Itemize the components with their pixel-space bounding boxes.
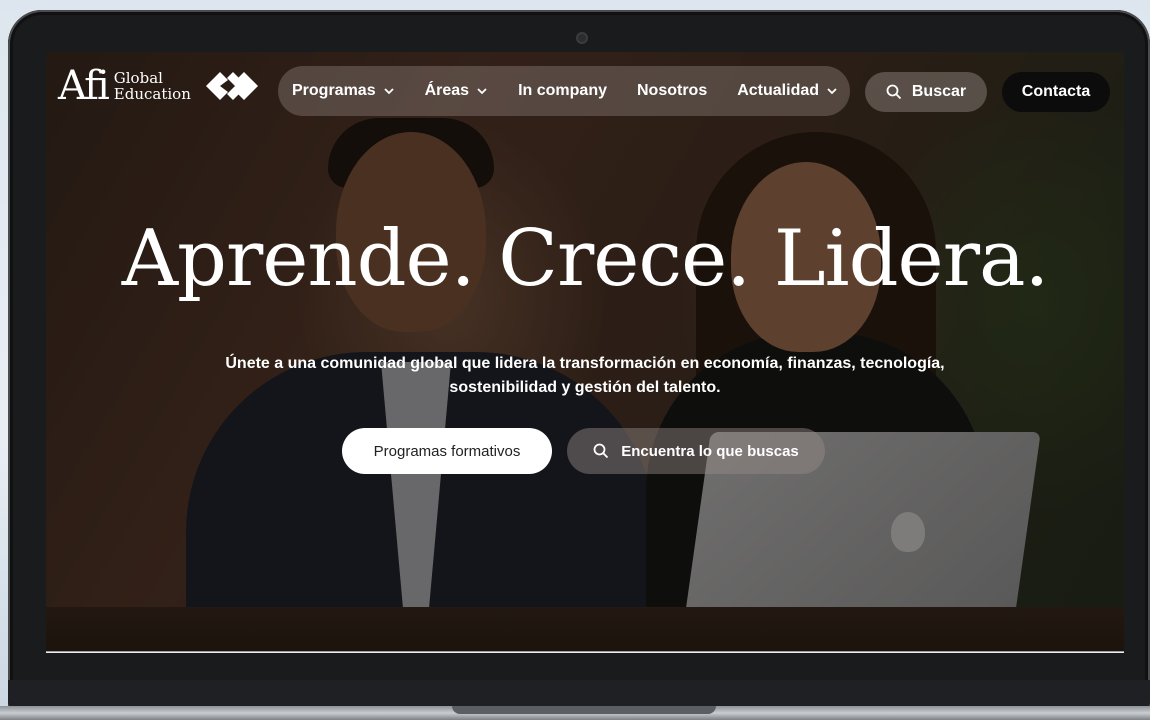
menu-item-label: Nosotros <box>636 82 708 99</box>
logo-line-2: Education <box>113 85 191 103</box>
menu-item-programas[interactable]: Programas <box>292 82 395 100</box>
menu-item-label: In company <box>518 82 607 99</box>
logo-text: Global Education <box>114 70 191 102</box>
programas-formativos-button[interactable]: Programas formativos <box>342 428 552 474</box>
hero-subtitle: Únete a una comunidad global que lidera … <box>225 355 945 396</box>
search-icon <box>593 443 609 459</box>
laptop-bezel <box>8 680 1150 708</box>
top-navigation: Afi Global Education Programas Áreas In … <box>46 52 1124 132</box>
find-search-button[interactable]: Encuentra lo que buscas <box>567 428 825 474</box>
chevron-down-icon <box>383 88 394 95</box>
logo-wordmark: Afi <box>58 63 110 109</box>
menu-item-actualidad[interactable]: Actualidad <box>737 82 838 100</box>
website-screen: Afi Global Education Programas Áreas In … <box>46 52 1124 652</box>
menu-item-areas[interactable]: Áreas <box>425 82 488 100</box>
contact-button[interactable]: Contacta <box>1002 72 1110 112</box>
menu-item-in-company[interactable]: In company <box>518 82 607 100</box>
search-icon <box>886 84 902 100</box>
laptop-notch <box>452 706 716 714</box>
search-button-label: Buscar <box>911 83 967 100</box>
site-logo[interactable]: Afi Global Education <box>58 66 261 106</box>
menu-item-label: Programas <box>292 82 376 99</box>
menu-item-nosotros[interactable]: Nosotros <box>637 82 707 100</box>
menu-item-label: Actualidad <box>737 82 820 99</box>
menu-item-label: Áreas <box>424 82 470 99</box>
chevron-down-icon <box>477 88 487 95</box>
hero-title: Aprende. Crece. Lidera. <box>121 214 1050 304</box>
webcam <box>578 34 586 42</box>
main-menu: Programas Áreas In company Nosotros Actu… <box>278 66 850 116</box>
chevron-down-icon <box>827 88 837 95</box>
search-button[interactable]: Buscar <box>865 72 987 112</box>
afi-logo-mark-icon <box>205 72 258 100</box>
find-search-label: Encuentra lo que buscas <box>621 442 799 460</box>
